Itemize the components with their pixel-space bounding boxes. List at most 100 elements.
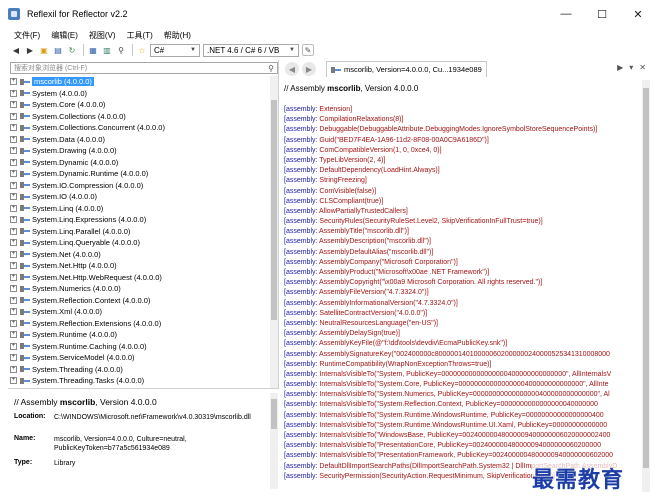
code-line: [assembly: DefaultDependency(LoadHint.Al… [284, 167, 642, 177]
tree-item[interactable]: + System.Collections.Concurrent (4.0.0.0) [10, 122, 268, 134]
tree-item-label: System.IO.Compression (4.0.0.0) [32, 180, 144, 190]
assembly-icon [20, 170, 30, 177]
expand-icon[interactable]: + [10, 170, 17, 178]
expand-icon[interactable]: + [10, 112, 17, 120]
scrollbar-thumb[interactable] [271, 399, 277, 429]
code-view[interactable]: // Assembly mscorlib, Version 4.0.0.0 [a… [282, 80, 642, 492]
expand-icon[interactable]: + [10, 239, 17, 247]
language-select[interactable]: C# ▼ [150, 43, 200, 57]
tree-item[interactable]: + System.Threading (4.0.0.0) [10, 364, 268, 376]
expand-icon[interactable]: + [10, 285, 17, 293]
tab-mscorlib[interactable]: mscorlib, Version=4.0.0.0, Cu...1934e089 [326, 61, 487, 77]
tree-item[interactable]: + System.Collections (4.0.0.0) [10, 111, 268, 123]
assembly-icon [20, 366, 30, 373]
tree-item[interactable]: + System.Drawing (4.0.0.0) [10, 145, 268, 157]
expand-icon[interactable]: + [10, 227, 17, 235]
expand-icon[interactable]: + [10, 377, 17, 385]
expand-icon[interactable]: + [10, 365, 17, 373]
tree-item[interactable]: + System.Net.Http.WebRequest (4.0.0.0) [10, 272, 268, 284]
menu-tools[interactable]: 工具(T) [127, 30, 153, 41]
close-button[interactable]: ✕ [620, 0, 656, 28]
back-icon[interactable]: ◀ [10, 44, 22, 56]
browser-icon[interactable]: ▦ [87, 44, 99, 56]
expand-icon[interactable]: + [10, 319, 17, 327]
tree-item[interactable]: + System.IO (4.0.0.0) [10, 191, 268, 203]
expand-icon[interactable]: + [10, 89, 17, 97]
scrollbar-thumb[interactable] [271, 100, 277, 320]
code-body: InternalsVisibleTo("PresentationFramewor… [319, 452, 614, 460]
tab-close-icon[interactable]: ✕ [639, 63, 646, 72]
code-body: AllowPartiallyTrustedCallers] [319, 207, 408, 215]
expand-icon[interactable]: + [10, 78, 17, 86]
expand-icon[interactable]: + [10, 354, 17, 362]
tree-item[interactable]: + System.Numerics (4.0.0.0) [10, 283, 268, 295]
nav-back-icon[interactable]: ◀ [285, 62, 299, 76]
code-line: [assembly: RuntimeCompatibility(WrapNonE… [284, 361, 642, 371]
expand-icon[interactable]: + [10, 124, 17, 132]
refresh-icon[interactable]: ↻ [66, 44, 78, 56]
code-body: TypeLibVersion(2, 4)] [319, 156, 386, 164]
tree-item[interactable]: + System.Net (4.0.0.0) [10, 249, 268, 261]
open-icon[interactable]: ▣ [38, 44, 50, 56]
disassembler-icon[interactable]: ▥ [101, 44, 113, 56]
expand-icon[interactable]: + [10, 331, 17, 339]
tree-item[interactable]: + System.Threading.Tasks (4.0.0.0) [10, 375, 268, 387]
tree-item[interactable]: + System.ServiceModel (4.0.0.0) [10, 352, 268, 364]
tree-item[interactable]: + System.Reflection.Extensions (4.0.0.0) [10, 318, 268, 330]
code-keyword: [assembly: [284, 106, 320, 113]
tree-item[interactable]: + System.Reflection.Context (4.0.0.0) [10, 295, 268, 307]
expand-icon[interactable]: + [10, 273, 17, 281]
expand-icon[interactable]: + [10, 158, 17, 166]
expand-icon[interactable]: + [10, 296, 17, 304]
info-location-value[interactable]: C:\WINDOWS\Microsoft.net\Framework\v4.0.… [54, 413, 251, 422]
tree-item[interactable]: + System.Runtime.Caching (4.0.0.0) [10, 341, 268, 353]
expand-icon[interactable]: + [10, 342, 17, 350]
tree-item[interactable]: + System.Dynamic (4.0.0.0) [10, 157, 268, 169]
forward-icon[interactable]: ▶ [24, 44, 36, 56]
tree-item[interactable]: + System.Linq.Expressions (4.0.0.0) [10, 214, 268, 226]
menu-edit[interactable]: 编辑(E) [51, 30, 78, 41]
star-icon[interactable]: ☆ [136, 44, 148, 56]
expand-icon[interactable]: + [10, 147, 17, 155]
expand-icon[interactable]: + [10, 181, 17, 189]
code-scrollbar[interactable] [642, 80, 650, 492]
tab-scroll-right-icon[interactable]: ▶ [617, 63, 623, 72]
tree-item[interactable]: + System.Net.Http (4.0.0.0) [10, 260, 268, 272]
tree-item[interactable]: + mscorlib (4.0.0.0) [10, 76, 268, 88]
nav-forward-icon[interactable]: ▶ [302, 62, 316, 76]
tree-item[interactable]: + System.Data (4.0.0.0) [10, 134, 268, 146]
menu-help[interactable]: 帮助(H) [164, 30, 191, 41]
expand-icon[interactable]: + [10, 204, 17, 212]
search-input[interactable]: 搜索对象浏览器 (Ctrl-F) ⚲ [10, 62, 278, 74]
expand-icon[interactable]: + [10, 135, 17, 143]
search-icon[interactable]: ⚲ [115, 44, 127, 56]
framework-select[interactable]: .NET 4.6 / C# 6 / VB ▼ [203, 43, 299, 57]
scrollbar-thumb[interactable] [643, 88, 649, 468]
window-title: Reflexil for Reflector v2.2 [27, 9, 128, 19]
maximize-button[interactable]: ☐ [584, 0, 620, 28]
code-keyword: [assembly: [284, 258, 320, 266]
tree-item[interactable]: + System.Linq.Queryable (4.0.0.0) [10, 237, 268, 249]
info-scrollbar[interactable] [270, 393, 278, 489]
tree-item[interactable]: + System.Runtime (4.0.0.0) [10, 329, 268, 341]
expand-icon[interactable]: + [10, 193, 17, 201]
minimize-button[interactable]: — [548, 0, 584, 28]
expand-icon[interactable]: + [10, 250, 17, 258]
expand-icon[interactable]: + [10, 216, 17, 224]
save-icon[interactable]: ▤ [52, 44, 64, 56]
tree-item[interactable]: + System (4.0.0.0) [10, 88, 268, 100]
tree-item[interactable]: + System.Core (4.0.0.0) [10, 99, 268, 111]
expand-icon[interactable]: + [10, 308, 17, 316]
expand-icon[interactable]: + [10, 262, 17, 270]
search-icon[interactable]: ⚲ [268, 64, 274, 73]
reflexil-icon[interactable]: ✎ [302, 44, 314, 56]
tree-item[interactable]: + System.Linq.Parallel (4.0.0.0) [10, 226, 268, 238]
tree-item[interactable]: + System.Dynamic.Runtime (4.0.0.0) [10, 168, 268, 180]
tree-item[interactable]: + System.Xml (4.0.0.0) [10, 306, 268, 318]
tree-item[interactable]: + System.Linq (4.0.0.0) [10, 203, 268, 215]
menu-file[interactable]: 文件(F) [14, 30, 40, 41]
menu-view[interactable]: 视图(V) [89, 30, 116, 41]
expand-icon[interactable]: + [10, 101, 17, 109]
tree-item[interactable]: + System.IO.Compression (4.0.0.0) [10, 180, 268, 192]
tab-menu-icon[interactable]: ▾ [629, 63, 633, 72]
